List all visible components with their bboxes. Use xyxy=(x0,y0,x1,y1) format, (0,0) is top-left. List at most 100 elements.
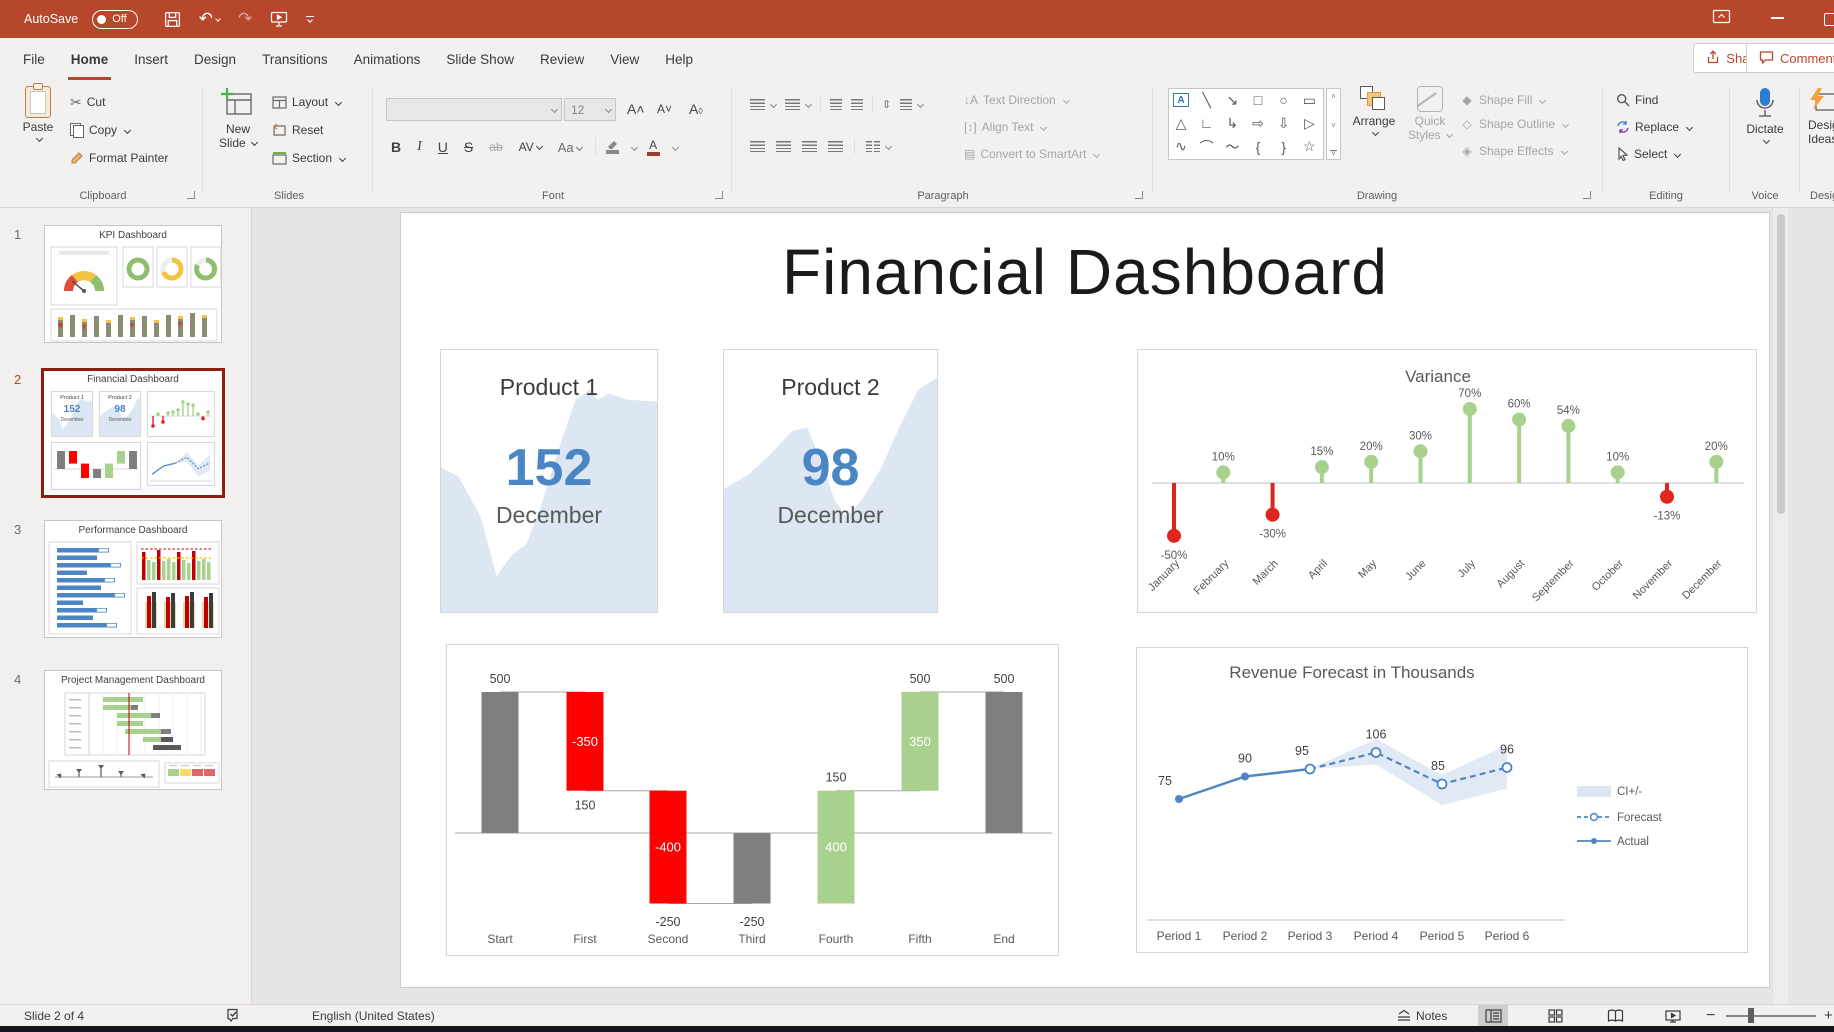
autosave-toggle[interactable]: Off xyxy=(92,10,137,29)
shape-outline-button[interactable]: ◇Shape Outline xyxy=(1460,112,1568,136)
font-dialog-launcher[interactable] xyxy=(715,191,723,199)
triangle-shape-icon[interactable]: △ xyxy=(1169,112,1193,134)
normal-view-button[interactable] xyxy=(1478,1005,1508,1026)
tab-slide-show[interactable]: Slide Show xyxy=(433,38,527,80)
shapes-gallery-scroll[interactable]: ˄ ˅ ˅ xyxy=(1326,88,1341,160)
flowchart-shape-icon[interactable]: ▷ xyxy=(1297,112,1321,134)
elbow-connector-icon[interactable]: ∟ xyxy=(1195,112,1219,134)
decrease-indent-icon[interactable] xyxy=(830,99,842,110)
product1-card[interactable]: Product 1 152 December xyxy=(440,349,658,613)
start-presentation-icon[interactable] xyxy=(270,11,288,27)
format-painter-button[interactable]: Format Painter xyxy=(70,146,168,170)
gallery-up-icon[interactable]: ˄ xyxy=(1331,92,1336,101)
increase-indent-icon[interactable] xyxy=(851,99,863,110)
align-text-button[interactable]: [↕]Align Text xyxy=(964,115,1099,139)
slide-sorter-view-button[interactable] xyxy=(1540,1005,1570,1026)
numbering-icon[interactable] xyxy=(785,99,800,110)
tab-insert[interactable]: Insert xyxy=(121,38,181,80)
oval-shape-icon[interactable]: ○ xyxy=(1272,89,1296,111)
tab-view[interactable]: View xyxy=(597,38,652,80)
copy-button[interactable]: Copy xyxy=(70,118,168,142)
clipboard-dialog-launcher[interactable] xyxy=(187,191,195,199)
slideshow-view-button[interactable] xyxy=(1658,1005,1688,1026)
align-left-icon[interactable] xyxy=(750,141,765,152)
justify-icon[interactable] xyxy=(828,141,843,152)
curve-shape-icon[interactable]: ～ xyxy=(1220,136,1244,158)
find-button[interactable]: Find xyxy=(1616,88,1692,112)
arrow-shape-icon[interactable]: ↘ xyxy=(1220,89,1244,111)
align-center-icon[interactable] xyxy=(776,141,791,152)
strikethrough-ab-button[interactable]: ab xyxy=(486,140,505,154)
undo-icon[interactable]: ↶ xyxy=(199,9,220,29)
language-status[interactable]: English (United States) xyxy=(312,1005,435,1026)
align-right-icon[interactable] xyxy=(802,141,817,152)
increase-font-size-button[interactable]: A˄ xyxy=(624,97,648,121)
section-button[interactable]: Section xyxy=(272,146,345,170)
spell-check-icon[interactable] xyxy=(226,1005,242,1026)
line-spacing-icon[interactable]: ⇕ xyxy=(882,98,891,111)
select-button[interactable]: Select xyxy=(1616,142,1692,166)
star-shape-icon[interactable]: ☆ xyxy=(1297,136,1321,158)
shape-effects-button[interactable]: ◈Shape Effects xyxy=(1460,139,1568,163)
rounded-rectangle-shape-icon[interactable]: ▭ xyxy=(1297,89,1321,111)
right-brace-shape-icon[interactable]: } xyxy=(1272,136,1296,158)
thumbnail-slide-2-selected[interactable]: Financial Dashboard Product 1 152 Decemb… xyxy=(41,368,225,498)
forecast-chart-card[interactable]: Revenue Forecast in Thousands75909510685… xyxy=(1136,647,1748,953)
slide-editing-area[interactable]: Financial Dashboard Product 1 152 Decemb… xyxy=(400,212,1770,988)
new-slide-button[interactable]: NewSlide xyxy=(210,86,266,150)
text-direction-button[interactable]: ↓AText Direction xyxy=(964,88,1099,112)
character-spacing-button[interactable]: AV xyxy=(516,140,545,154)
down-arrow-shape-icon[interactable]: ⇩ xyxy=(1272,112,1296,134)
reset-button[interactable]: Reset xyxy=(272,118,345,142)
customize-qat-icon[interactable] xyxy=(306,16,314,22)
paste-button[interactable]: Paste xyxy=(10,86,66,141)
convert-smartart-button[interactable]: ▤Convert to SmartArt xyxy=(964,142,1099,166)
maximize-button[interactable] xyxy=(1824,13,1834,26)
elbow-arrow-connector-icon[interactable]: ↳ xyxy=(1220,112,1244,134)
tab-help[interactable]: Help xyxy=(652,38,706,80)
designer-button[interactable]: DesignIdeas xyxy=(1808,86,1834,146)
thumbnail-slide-4[interactable]: Project Management Dashboard xyxy=(44,670,222,790)
gallery-more-icon[interactable]: ˅ xyxy=(1330,150,1337,156)
paragraph-dialog-launcher[interactable] xyxy=(1135,191,1143,199)
decrease-font-size-button[interactable]: A˅ xyxy=(654,97,675,121)
italic-button[interactable]: I xyxy=(414,139,425,155)
arc-shape-icon[interactable]: ⌒ xyxy=(1195,136,1219,158)
thumbnail-slide-1[interactable]: KPI Dashboard xyxy=(44,225,222,343)
variance-chart-card[interactable]: Variance-50%January10%February-30%March1… xyxy=(1137,349,1757,613)
zoom-out-button[interactable]: − xyxy=(1706,1005,1715,1026)
font-name-combo[interactable] xyxy=(386,98,562,121)
drawing-dialog-launcher[interactable] xyxy=(1583,191,1591,199)
ribbon-display-options-icon[interactable] xyxy=(1712,8,1731,30)
zoom-slider[interactable] xyxy=(1726,1015,1816,1017)
bold-button[interactable]: B xyxy=(388,139,404,155)
font-size-combo[interactable]: 12 xyxy=(564,98,616,121)
text-box-shape-icon[interactable]: A xyxy=(1173,93,1189,107)
clear-formatting-button[interactable]: A◊ xyxy=(686,97,706,121)
right-arrow-shape-icon[interactable]: ⇨ xyxy=(1246,112,1270,134)
font-color-button[interactable]: A xyxy=(647,139,660,156)
thumbnail-slide-3[interactable]: Performance Dashboard xyxy=(44,520,222,638)
gallery-down-icon[interactable]: ˅ xyxy=(1331,121,1336,130)
line-shape-icon[interactable]: ╲ xyxy=(1195,89,1219,111)
change-case-button[interactable]: Aa xyxy=(555,140,585,155)
highlight-color-button[interactable] xyxy=(606,140,619,154)
scrollbar-thumb[interactable] xyxy=(1777,214,1785,514)
comments-button[interactable]: Comments xyxy=(1746,43,1834,73)
scribble-shape-icon[interactable]: ∿ xyxy=(1169,136,1193,158)
waterfall-chart-card[interactable]: 500Start-350150First-400-250Second-250Th… xyxy=(446,644,1059,956)
dictate-button[interactable]: Dictate xyxy=(1737,86,1793,143)
product2-card[interactable]: Product 2 98 December xyxy=(723,349,938,613)
zoom-in-button[interactable]: + xyxy=(1824,1005,1833,1026)
notes-button[interactable]: Notes xyxy=(1396,1005,1447,1026)
redo-icon[interactable]: ↷ xyxy=(238,9,252,29)
vertical-scrollbar[interactable] xyxy=(1772,208,1788,1004)
tab-animations[interactable]: Animations xyxy=(341,38,434,80)
reading-view-button[interactable] xyxy=(1600,1005,1630,1026)
bullets-icon[interactable] xyxy=(750,99,765,110)
tab-file[interactable]: File xyxy=(10,38,58,80)
layout-button[interactable]: Layout xyxy=(272,90,345,114)
left-brace-shape-icon[interactable]: { xyxy=(1246,136,1270,158)
zoom-slider-thumb[interactable] xyxy=(1748,1008,1754,1023)
underline-button[interactable]: U xyxy=(435,139,451,155)
